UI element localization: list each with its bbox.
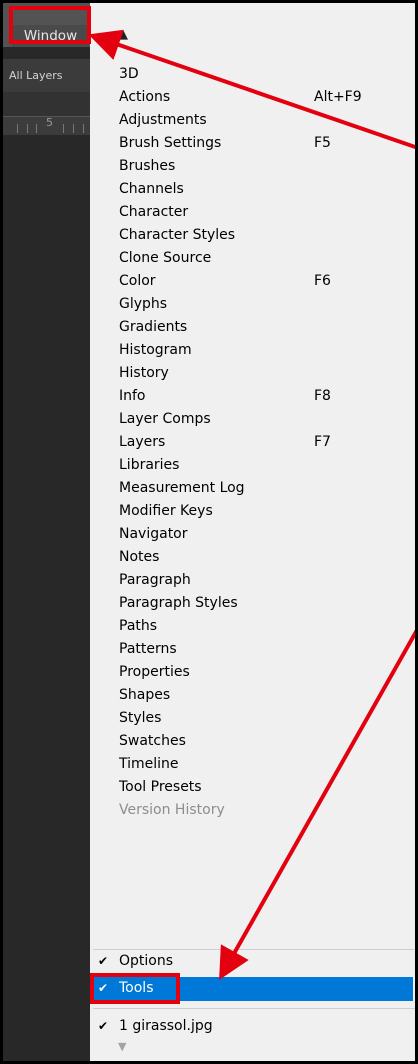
annotation-arrows [88,29,415,980]
screenshot-frame: Window All Layers 5 ▲ 3D Actions Alt+F9 Adj… [0,0,418,1064]
arrow-to-tools-item [219,629,415,980]
arrow-to-window-menu [88,29,415,150]
